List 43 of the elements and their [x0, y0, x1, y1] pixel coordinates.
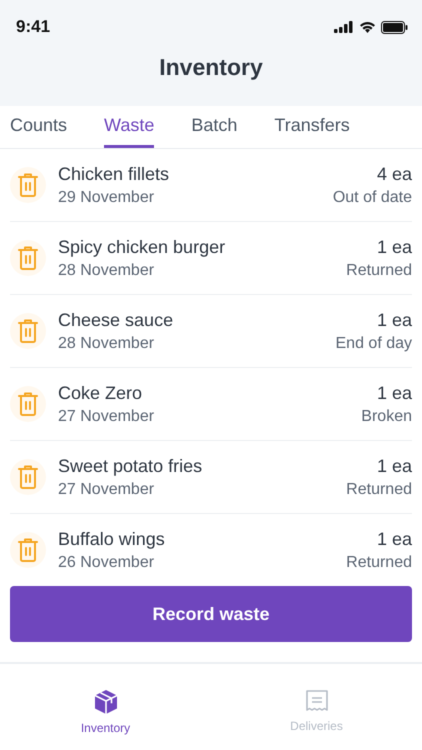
wifi-icon — [359, 21, 376, 33]
item-date: 29 November — [58, 188, 156, 206]
item-date: 28 November — [58, 334, 156, 352]
item-date: 27 November — [58, 480, 156, 498]
nav-tab[interactable]: Inventory — [0, 688, 211, 736]
item-quantity: 1 ea — [376, 456, 412, 476]
item-date: 27 November — [58, 408, 156, 426]
trash-icon — [10, 167, 46, 203]
trash-icon — [10, 459, 46, 495]
item-name: Spicy chicken burger — [58, 236, 226, 258]
trash-icon — [10, 240, 46, 276]
item-quantity: 1 ea — [376, 310, 412, 330]
item-date: 26 November — [58, 554, 156, 572]
item-name: Coke Zero — [58, 382, 144, 404]
item-name: Sweet potato fries — [58, 456, 204, 476]
record-waste-button[interactable]: Record waste — [10, 586, 412, 642]
item-date: 28 November — [58, 262, 156, 280]
trash-icon — [10, 386, 46, 422]
waste-reason: Broken — [361, 408, 412, 426]
battery-icon — [381, 20, 408, 34]
tab[interactable]: Counts — [10, 106, 68, 148]
waste-reason: Returned — [346, 262, 412, 280]
waste-reason: End of day — [336, 334, 412, 352]
trash-icon — [10, 532, 46, 568]
item-name: Buffalo wings — [58, 528, 166, 550]
page-title: Inventory — [158, 54, 264, 81]
tab[interactable]: Batch — [191, 106, 238, 148]
trash-icon — [10, 313, 46, 349]
tab[interactable]: Waste — [104, 106, 154, 148]
waste-reason: Returned — [346, 480, 412, 498]
status-time: 9:41 — [16, 17, 50, 37]
box-icon — [94, 689, 118, 715]
item-name: Cheese sauce — [58, 310, 174, 330]
item-quantity: 4 ea — [376, 164, 412, 184]
item-quantity: 1 ea — [376, 236, 412, 258]
waste-reason: Returned — [346, 554, 412, 572]
tab[interactable]: Transfers — [274, 106, 350, 148]
waste-reason: Out of date — [332, 188, 412, 206]
receipt-icon — [304, 689, 328, 713]
signal-icon — [334, 21, 354, 33]
item-quantity: 1 ea — [376, 382, 412, 404]
item-quantity: 1 ea — [376, 528, 412, 550]
item-name: Chicken fillets — [58, 164, 170, 184]
